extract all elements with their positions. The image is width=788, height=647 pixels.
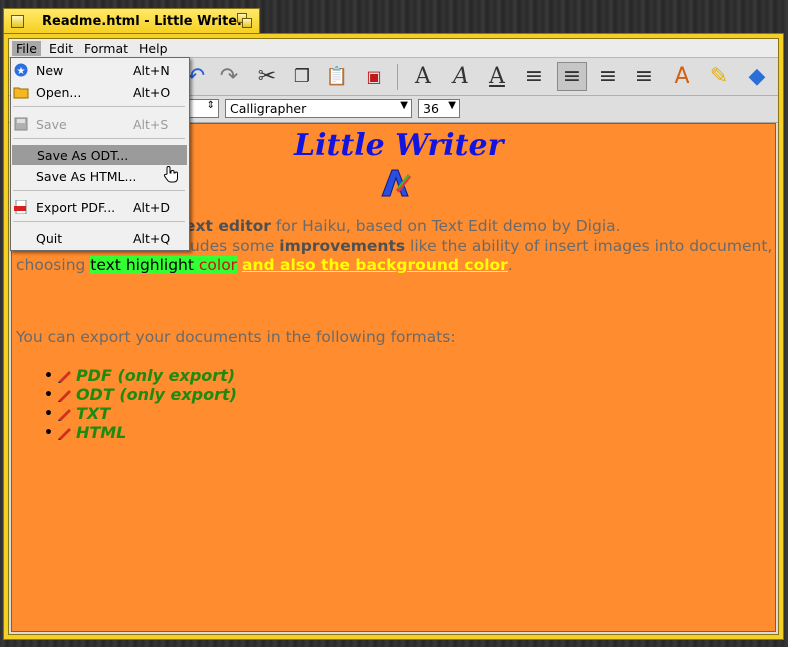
hand-cursor-icon bbox=[163, 165, 178, 183]
list-item: • TXT bbox=[44, 404, 111, 423]
menu-item-label: Quit bbox=[36, 231, 63, 246]
doc-bold-text: improvements bbox=[279, 237, 406, 255]
menu-item-label: Save As ODT... bbox=[37, 148, 129, 163]
pencil-icon bbox=[57, 370, 71, 383]
highlight-red-label: color bbox=[198, 256, 238, 274]
background-color-icon[interactable]: ◆ bbox=[742, 62, 772, 91]
menu-item-label: Export PDF... bbox=[36, 200, 116, 215]
window-title: Readme.html - Little Writer bbox=[42, 14, 244, 29]
menu-separator bbox=[13, 106, 185, 107]
font-family-value: Calligrapher bbox=[230, 101, 307, 116]
menu-item-shortcut: Alt+S bbox=[133, 117, 169, 132]
list-item-label: HTML bbox=[75, 423, 127, 442]
align-left-icon[interactable]: ≡ bbox=[519, 62, 549, 91]
font-size-value: 36 bbox=[423, 101, 439, 116]
window-title-tab[interactable]: Readme.html - Little Writer bbox=[3, 8, 260, 34]
style-spinner[interactable]: ⇕ bbox=[189, 99, 219, 118]
toolbar-separator bbox=[397, 64, 398, 90]
paste-icon[interactable]: 📋 bbox=[322, 62, 352, 91]
menu-edit[interactable]: Edit bbox=[45, 41, 77, 56]
highlighted-text: text highlight color bbox=[90, 256, 238, 274]
chevron-down-icon: ▼ bbox=[400, 100, 408, 111]
chevron-down-icon: ▼ bbox=[448, 100, 456, 111]
export-line: You can export your documents in the fol… bbox=[16, 328, 456, 346]
align-right-icon[interactable]: ≡ bbox=[593, 62, 623, 91]
align-center-icon[interactable]: ≡ bbox=[557, 62, 587, 91]
menu-item-open[interactable]: Open... Alt+O bbox=[11, 82, 187, 102]
yellow-underlined-text: and also the background color bbox=[242, 256, 508, 274]
menu-item-label: Open... bbox=[36, 85, 82, 100]
list-item-label: TXT bbox=[75, 404, 111, 423]
align-justify-icon[interactable]: ≡ bbox=[629, 62, 659, 91]
svg-text:★: ★ bbox=[17, 66, 26, 77]
menu-item-label: Save As HTML... bbox=[36, 169, 137, 184]
italic-icon[interactable]: A bbox=[446, 62, 476, 91]
menu-format[interactable]: Format bbox=[80, 41, 132, 56]
list-item: • PDF (only export) bbox=[44, 366, 236, 385]
zoom-box-icon[interactable] bbox=[237, 13, 252, 28]
menubar: File Edit Format Help bbox=[9, 39, 778, 58]
bold-icon[interactable]: A bbox=[408, 62, 438, 91]
menu-item-shortcut: Alt+D bbox=[133, 200, 171, 215]
menu-item-label: Save bbox=[36, 117, 67, 132]
app-logo-icon bbox=[381, 169, 411, 197]
list-item: • HTML bbox=[44, 423, 127, 442]
menu-file[interactable]: File bbox=[12, 41, 41, 56]
font-size-select[interactable]: 36 ▼ bbox=[418, 99, 460, 118]
doc-text: choosing bbox=[16, 256, 91, 274]
copy-icon[interactable]: ❐ bbox=[287, 62, 317, 91]
folder-icon bbox=[13, 87, 29, 99]
menu-item-save-as-html[interactable]: Save As HTML... bbox=[11, 166, 187, 186]
menu-item-shortcut: Alt+Q bbox=[133, 231, 171, 246]
menu-item-shortcut: Alt+O bbox=[133, 85, 171, 100]
menu-help[interactable]: Help bbox=[135, 41, 172, 56]
menu-item-save[interactable]: Save Alt+S bbox=[11, 114, 187, 134]
menu-separator bbox=[13, 221, 185, 222]
doc-text: like the ability of insert images into d… bbox=[405, 237, 773, 255]
redo-icon[interactable]: ↷ bbox=[214, 62, 244, 91]
font-family-select[interactable]: Calligrapher ▼ bbox=[225, 99, 412, 118]
save-icon bbox=[14, 117, 28, 131]
pdf-icon bbox=[14, 200, 27, 214]
menu-item-export-pdf[interactable]: Export PDF... Alt+D bbox=[11, 197, 187, 217]
pencil-icon bbox=[57, 389, 71, 402]
new-icon: ★ bbox=[14, 63, 28, 77]
pencil-icon bbox=[57, 427, 71, 440]
doc-bold-text: ext editor bbox=[185, 217, 271, 235]
list-item-label: PDF (only export) bbox=[75, 366, 236, 385]
spinner-arrows-icon: ⇕ bbox=[206, 100, 215, 111]
highlight-label: text highlight bbox=[90, 256, 199, 274]
list-item-label: ODT (only export) bbox=[75, 385, 237, 404]
menu-item-new[interactable]: ★ New Alt+N bbox=[11, 60, 187, 80]
file-menu-dropdown: ★ New Alt+N Open... Alt+O Save Alt+S Sav… bbox=[10, 57, 190, 251]
doc-text: for Haiku, based on Text Edit demo by Di… bbox=[270, 217, 621, 235]
pencil-icon bbox=[57, 408, 71, 421]
cut-icon[interactable]: ✂ bbox=[252, 62, 282, 91]
close-box-icon[interactable] bbox=[11, 15, 24, 28]
menu-item-label: New bbox=[36, 63, 64, 78]
underline-icon[interactable]: A bbox=[482, 62, 512, 91]
doc-text: . bbox=[507, 256, 513, 274]
text-color-icon[interactable]: A bbox=[667, 62, 697, 91]
format-list: • PDF (only export) • ODT (only export) … bbox=[44, 366, 237, 442]
highlight-icon[interactable]: ✎ bbox=[704, 62, 734, 91]
menu-separator bbox=[13, 190, 185, 191]
list-item: • ODT (only export) bbox=[44, 385, 237, 404]
menu-item-save-as-odt[interactable]: Save As ODT... bbox=[12, 145, 187, 165]
menu-item-quit[interactable]: Quit Alt+Q bbox=[11, 228, 187, 248]
document-heading: Little Writer bbox=[294, 128, 504, 163]
insert-image-icon[interactable]: ▣ bbox=[359, 62, 389, 91]
menu-item-shortcut: Alt+N bbox=[133, 63, 170, 78]
menu-separator bbox=[13, 138, 185, 139]
